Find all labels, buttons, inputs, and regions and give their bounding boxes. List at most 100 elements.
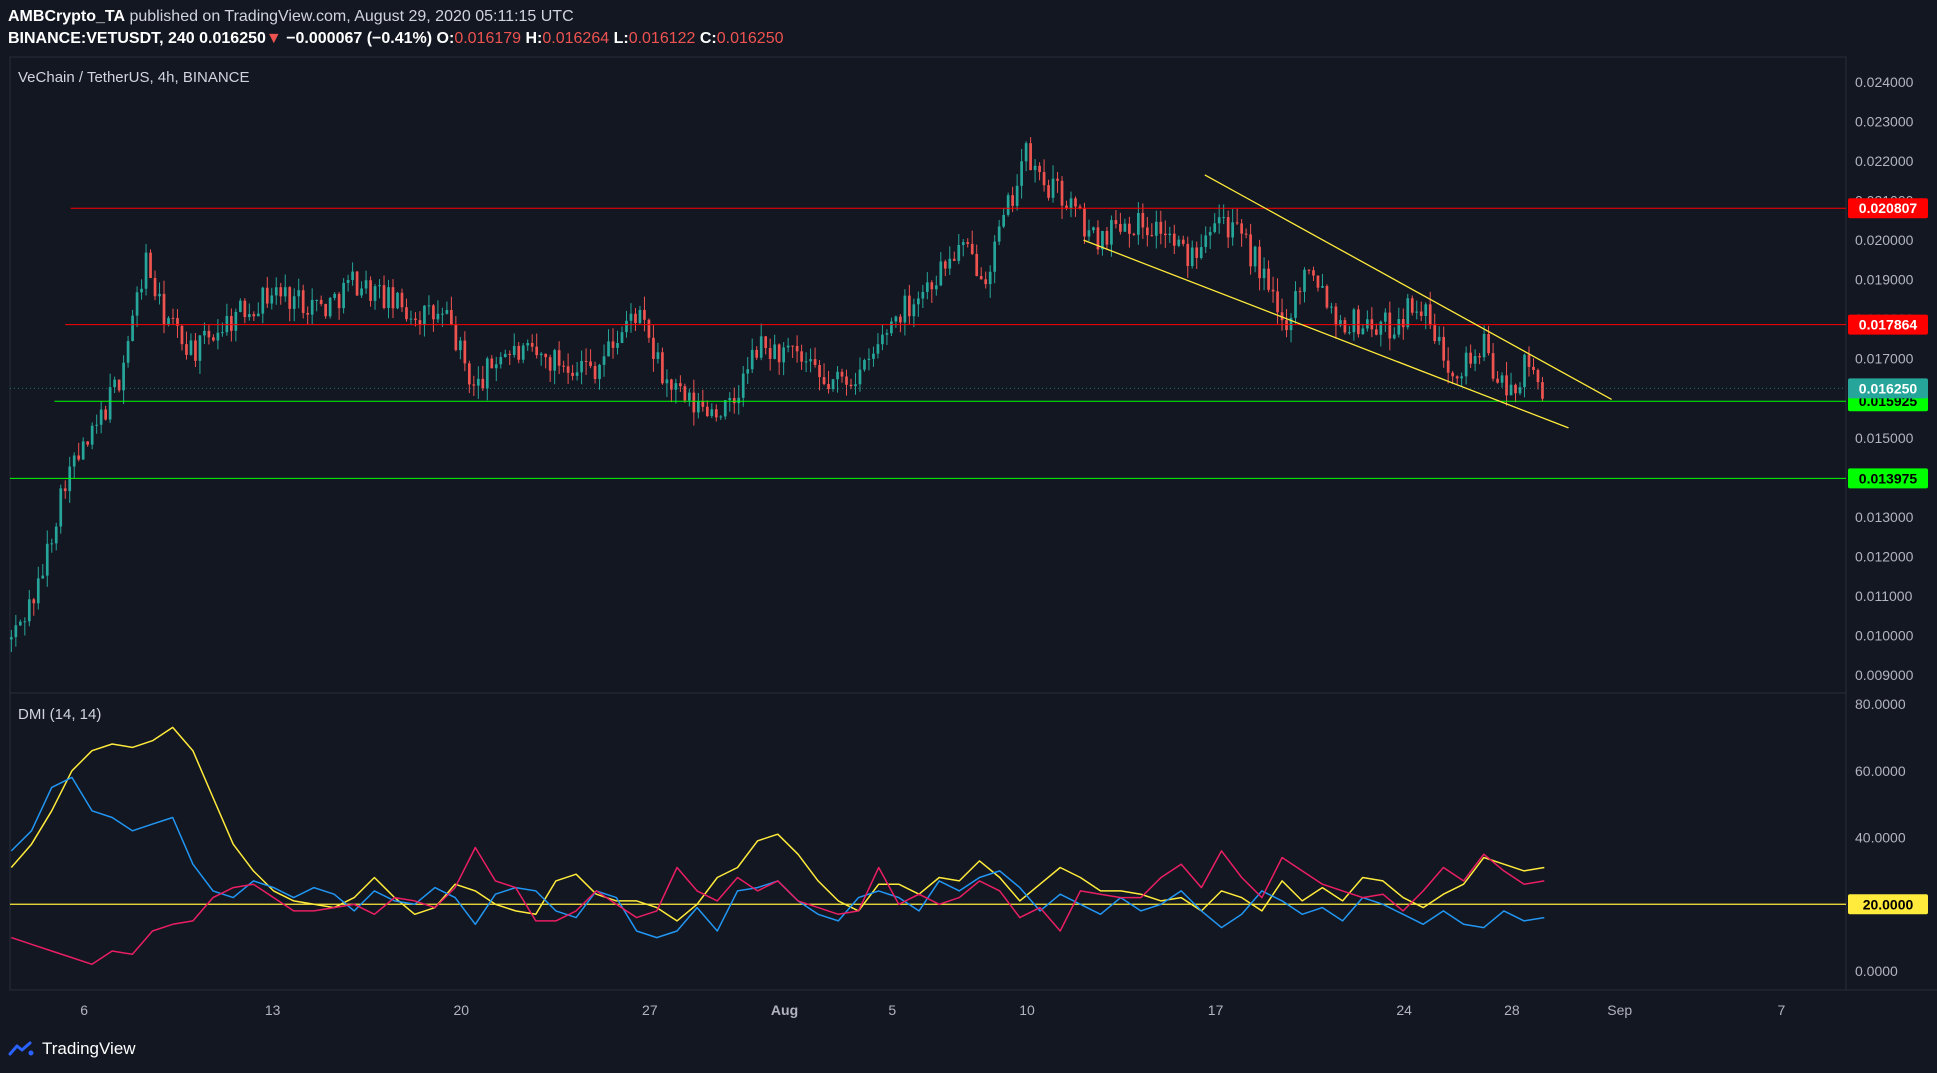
candle-body [979, 275, 983, 280]
candle-body [1163, 233, 1167, 236]
candle-body [1383, 312, 1387, 322]
tradingview-logo-icon [8, 1041, 34, 1056]
candle-body [562, 365, 565, 367]
candle-body [890, 321, 893, 334]
candle-body [1276, 291, 1279, 313]
candle-body [1312, 270, 1315, 276]
candle-body [1392, 334, 1396, 339]
candle-body [764, 336, 768, 349]
candle-body [1217, 217, 1221, 224]
time-tick-label: 10 [1019, 1002, 1035, 1018]
candle-body [1267, 268, 1270, 290]
candle-body [144, 252, 148, 289]
candle-body [414, 318, 417, 321]
candle-body [1258, 246, 1261, 279]
candle-body [997, 226, 1001, 242]
dmi-pane-title: DMI (14, 14) [18, 706, 101, 723]
candle-body [1388, 312, 1392, 339]
candle-body [1330, 306, 1333, 308]
candle-body [36, 578, 40, 604]
candle-body [1011, 195, 1014, 206]
candle-body [1074, 198, 1077, 207]
candle-body [701, 401, 705, 407]
candle-body [180, 325, 184, 345]
candle-body [602, 356, 606, 365]
candle-body [185, 344, 188, 355]
candle-body [903, 295, 907, 323]
candle-body [77, 455, 81, 460]
candle-body [535, 346, 539, 356]
candle-body [557, 350, 561, 366]
candle-body [400, 292, 404, 308]
candle-body [1029, 143, 1032, 171]
candle-body [1092, 227, 1095, 231]
candle-body [1056, 178, 1059, 181]
candle-body [1006, 195, 1010, 215]
candle-body [409, 318, 413, 320]
candle-body [234, 311, 238, 331]
price-tick-label: 0.023000 [1855, 114, 1914, 130]
candle-body [1487, 333, 1490, 354]
time-tick-label: Sep [1607, 1002, 1632, 1018]
candle-body [786, 345, 790, 348]
dmi-level-tag-label: 20.0000 [1863, 896, 1914, 912]
price-pane[interactable]: VeChain / TetherUS, 4h, BINANCE 0.024000… [10, 69, 1928, 683]
candle-body [539, 353, 543, 356]
candle-body [328, 297, 332, 317]
time-axis[interactable]: 6 13 20 27 Aug 5 10 17 24 28 Sep 7 [80, 1002, 1785, 1018]
candle-body [925, 282, 929, 293]
candle-body [1213, 223, 1217, 233]
candle-body [625, 320, 628, 333]
candle-body [1303, 269, 1306, 292]
candle-body [432, 305, 435, 320]
candle-body [1114, 220, 1118, 224]
candle-body [1132, 233, 1136, 235]
dmi-pane[interactable]: DMI (14, 14) 80.0000 60.0000 40.0000 0.0000… [10, 696, 1928, 979]
candle-body [840, 371, 844, 377]
price-tick-label: 0.011000 [1855, 588, 1913, 604]
tradingview-footer[interactable]: TradingView [8, 1037, 136, 1061]
candle-body [230, 316, 233, 331]
candle-body [319, 299, 323, 304]
candle-body [1316, 275, 1320, 288]
candle-body [81, 441, 85, 460]
candle-body [405, 307, 408, 320]
candle-body [1186, 243, 1190, 267]
candle-body [1410, 298, 1414, 313]
price-tick-label: 0.013000 [1855, 509, 1914, 525]
candle-body [1496, 378, 1499, 383]
candle-body [1419, 311, 1423, 316]
candle-body [1469, 352, 1472, 364]
candle-body [113, 379, 116, 388]
candle-body [1168, 233, 1172, 236]
candle-body [908, 295, 911, 317]
candle-body [521, 345, 525, 360]
candle-body [598, 364, 601, 380]
candle-body [369, 280, 372, 301]
candle-body [207, 330, 211, 338]
dmi-axis[interactable]: 80.0000 60.0000 40.0000 0.0000 20.0000 [1848, 696, 1928, 979]
candle-body [59, 488, 63, 527]
horizontal-levels [10, 207, 1846, 479]
candle-body [741, 373, 745, 398]
candle-body [553, 350, 556, 371]
candle-body [1397, 319, 1401, 335]
candle-body [140, 288, 143, 293]
candle-body [1128, 223, 1131, 234]
candle-body [50, 543, 54, 545]
candle-body [732, 398, 736, 404]
candle-body [1321, 286, 1324, 288]
candle-body [1199, 247, 1203, 258]
candle-body [1352, 309, 1356, 333]
candle-body [1446, 360, 1450, 373]
chart-canvas[interactable]: VeChain / TetherUS, 4h, BINANCE 0.024000… [0, 0, 1937, 1073]
candle-body [1047, 185, 1050, 198]
candle-body [719, 416, 723, 418]
candle-body [705, 406, 709, 417]
candle-body [297, 290, 301, 297]
candle-body [333, 293, 336, 298]
candle-body [773, 344, 777, 359]
candle-body [1240, 223, 1243, 234]
price-tag-label-resistance-1: 0.020807 [1859, 200, 1918, 216]
candle-body [122, 362, 125, 391]
